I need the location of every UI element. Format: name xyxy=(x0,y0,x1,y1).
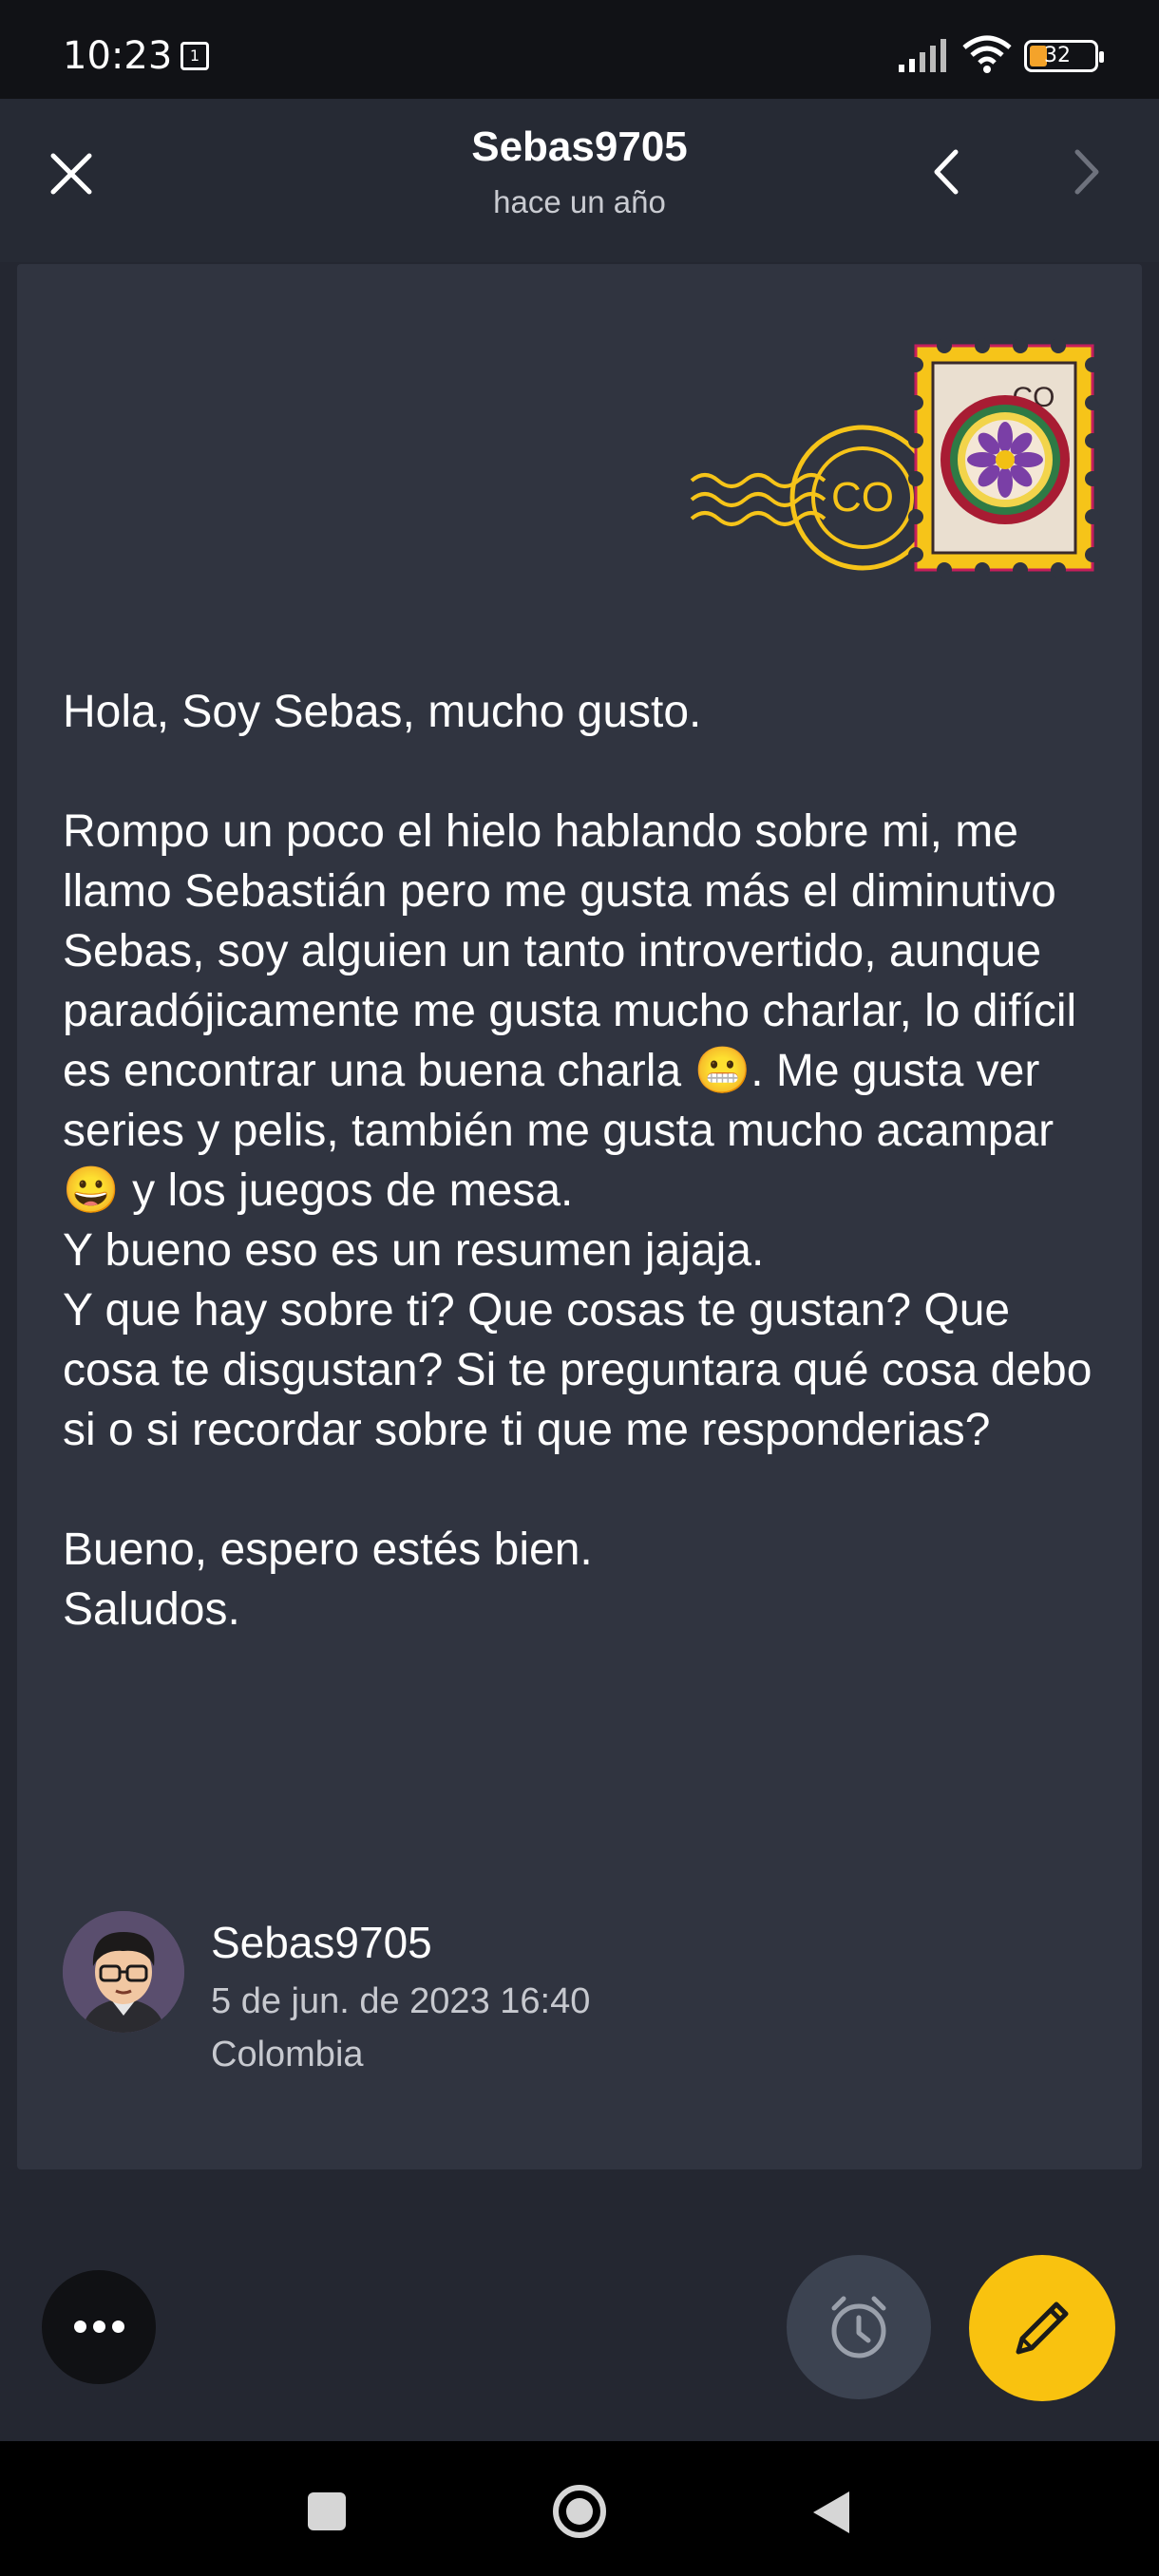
letter-body: Hola, Soy Sebas, mucho gusto. Rompo un p… xyxy=(63,687,1092,1635)
avatar[interactable] xyxy=(63,1911,184,2033)
status-time: 10:23 xyxy=(63,34,173,78)
alarm-button[interactable] xyxy=(787,2255,931,2399)
home-icon[interactable] xyxy=(551,2483,608,2540)
chevron-left-icon[interactable] xyxy=(918,139,975,205)
more-icon xyxy=(74,2320,86,2333)
page-title: Sebas9705 xyxy=(471,123,688,170)
author-country: Colombia xyxy=(211,2035,364,2074)
chevron-right-icon[interactable] xyxy=(1058,139,1115,205)
back-icon[interactable] xyxy=(809,2489,851,2536)
more-button[interactable] xyxy=(42,2270,156,2384)
compose-button[interactable] xyxy=(969,2255,1115,2401)
wifi-icon xyxy=(962,35,1012,73)
alarm-clock-icon xyxy=(831,2296,886,2358)
author-name: Sebas9705 xyxy=(211,1918,432,1967)
signal-icon xyxy=(899,39,946,72)
recents-icon[interactable] xyxy=(308,2492,346,2530)
battery-icon: 32 xyxy=(1024,40,1104,72)
letter-card: CO CO Hola, Soy Sebas, mucho gusto. Romp… xyxy=(17,264,1142,2169)
letter-date: 5 de jun. de 2023 16:40 xyxy=(211,1981,591,2021)
sim-icon: 1 xyxy=(180,42,209,70)
avatar-illustration xyxy=(63,1911,184,2033)
pencil-icon xyxy=(1016,2301,1069,2355)
status-bar: 10:23 1 32 xyxy=(0,0,1159,99)
postage-stamp-icon: CO CO xyxy=(690,338,1100,578)
battery-level: 32 xyxy=(1044,44,1071,67)
postmark-code: CO xyxy=(831,474,894,521)
page-subtitle: hace un año xyxy=(493,184,666,219)
